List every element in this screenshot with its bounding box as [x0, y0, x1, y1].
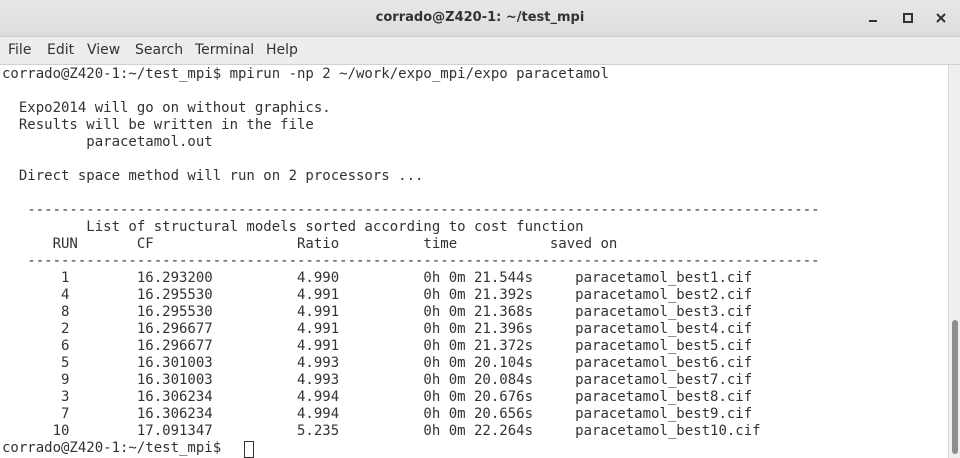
terminal-line: 5 16.301003 4.993 0h 0m 20.104s paraceta… [2, 355, 753, 371]
terminal-cursor [244, 441, 254, 458]
terminal-prompt: corrado@Z420-1:~/test_mpi$ [2, 440, 230, 456]
terminal-line: 4 16.295530 4.991 0h 0m 21.392s paraceta… [2, 287, 753, 303]
menu-view[interactable]: View [87, 37, 120, 64]
terminal-line: corrado@Z420-1:~/test_mpi$ mpirun -np 2 … [2, 66, 609, 82]
terminal-line: Direct space method will run on 2 proces… [2, 168, 424, 184]
menu-terminal[interactable]: Terminal [195, 37, 254, 64]
terminal-line: Results will be written in the file [2, 117, 314, 133]
terminal-line: 8 16.295530 4.991 0h 0m 21.368s paraceta… [2, 304, 753, 320]
vertical-scrollbar[interactable] [948, 65, 960, 458]
menu-edit[interactable]: Edit [47, 37, 74, 64]
close-icon[interactable] [932, 9, 950, 27]
menu-bar: File Edit View Search Terminal Help [0, 37, 960, 65]
minimize-icon[interactable] [864, 9, 882, 27]
terminal-line: List of structural models sorted accordi… [2, 219, 584, 235]
menu-help[interactable]: Help [266, 37, 298, 64]
terminal-line: 6 16.296677 4.991 0h 0m 21.372s paraceta… [2, 338, 753, 354]
window-title: corrado@Z420-1: ~/test_mpi [375, 10, 585, 25]
terminal-line: ----------------------------------------… [2, 202, 820, 218]
terminal-line: 10 17.091347 5.235 0h 0m 22.264s paracet… [2, 423, 761, 439]
terminal-line: RUN CF Ratio time saved on [2, 236, 618, 252]
terminal-output[interactable]: corrado@Z420-1:~/test_mpi$ mpirun -np 2 … [0, 65, 948, 458]
scrollbar-thumb[interactable] [952, 320, 958, 454]
title-bar: corrado@Z420-1: ~/test_mpi [0, 0, 960, 37]
terminal-line: ----------------------------------------… [2, 253, 820, 269]
maximize-icon[interactable] [899, 9, 917, 27]
menu-file[interactable]: File [8, 37, 31, 64]
terminal-line: 3 16.306234 4.994 0h 0m 20.676s paraceta… [2, 389, 753, 405]
terminal-line: paracetamol.out [2, 134, 213, 150]
terminal-line: 7 16.306234 4.994 0h 0m 20.656s paraceta… [2, 406, 753, 422]
menu-search[interactable]: Search [135, 37, 183, 64]
terminal-line: 2 16.296677 4.991 0h 0m 21.396s paraceta… [2, 321, 753, 337]
terminal-line: 9 16.301003 4.993 0h 0m 20.084s paraceta… [2, 372, 753, 388]
terminal-line: Expo2014 will go on without graphics. [2, 100, 331, 116]
terminal-line: 1 16.293200 4.990 0h 0m 21.544s paraceta… [2, 270, 753, 286]
